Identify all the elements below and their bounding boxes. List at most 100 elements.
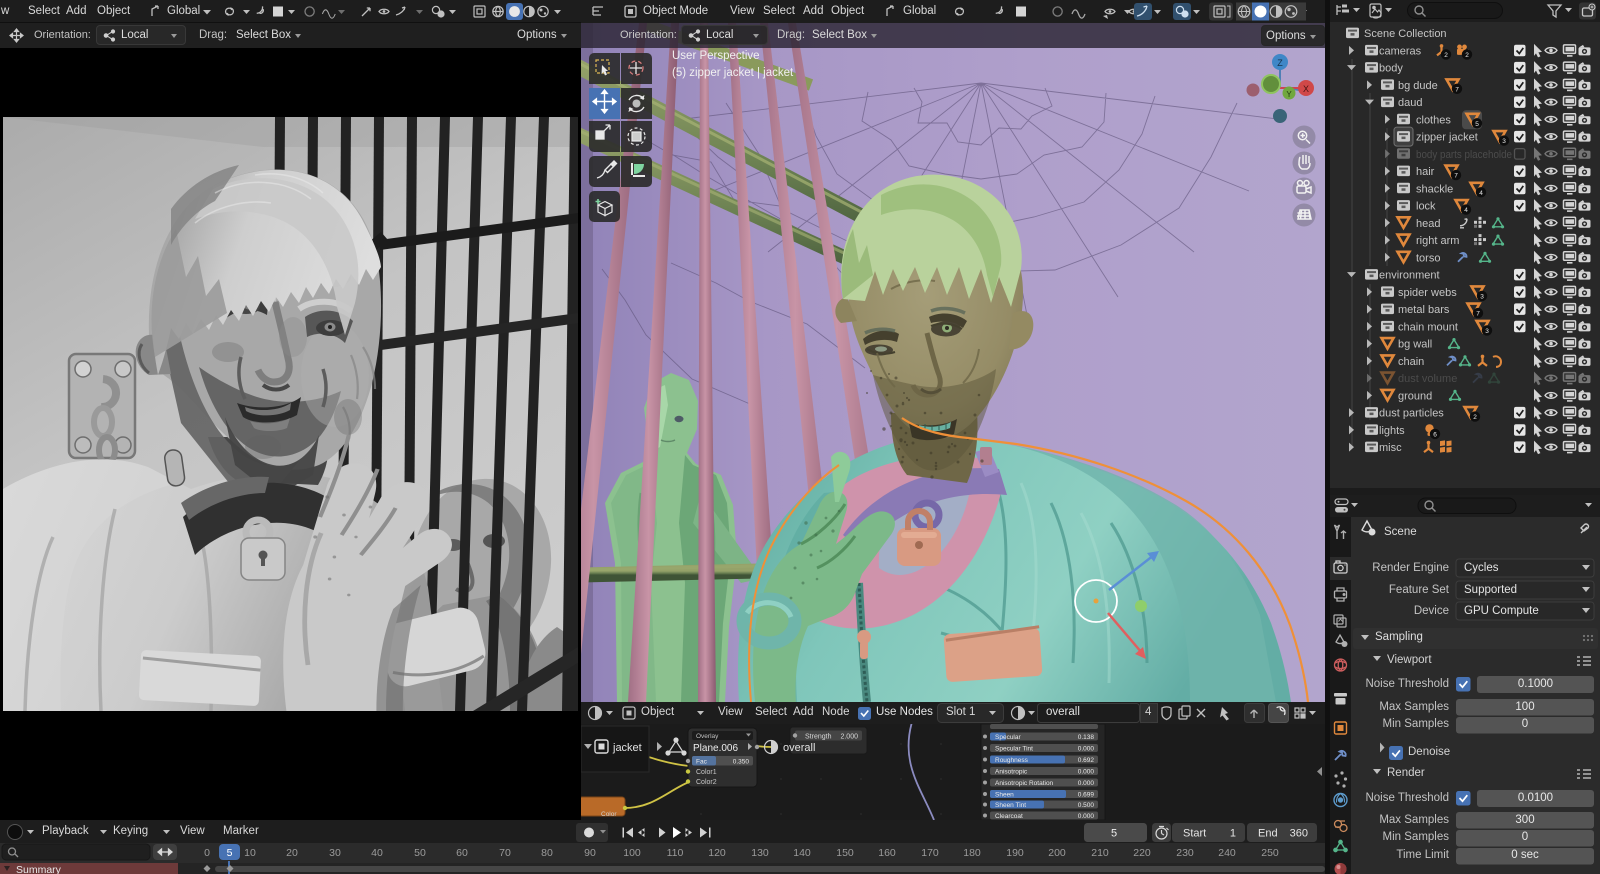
svg-text:Y: Y [1286,90,1292,99]
svg-text:ground: ground [1398,390,1432,402]
svg-text:head: head [1416,218,1440,230]
svg-text:150: 150 [836,847,854,859]
svg-text:jacket: jacket [612,742,642,754]
svg-text:2: 2 [1473,414,1477,421]
svg-text:5: 5 [1111,828,1117,840]
svg-text:7: 7 [1454,173,1458,180]
svg-text:Start: Start [1183,828,1206,840]
svg-text:0.500: 0.500 [1078,802,1095,809]
svg-text:40: 40 [371,847,383,859]
svg-text:Color1: Color1 [696,769,717,776]
svg-text:2.000: 2.000 [840,734,858,741]
svg-text:250: 250 [1261,847,1279,859]
svg-text:30: 30 [329,847,341,859]
svg-text:clothes: clothes [1416,114,1451,126]
svg-text:Overlay: Overlay [696,733,719,740]
svg-text:3: 3 [1502,138,1506,145]
svg-text:0.692: 0.692 [1078,757,1095,764]
svg-text:170: 170 [921,847,939,859]
svg-text:220: 220 [1133,847,1151,859]
svg-text:hair: hair [1416,166,1435,178]
svg-text:70: 70 [499,847,511,859]
svg-text:200: 200 [1048,847,1066,859]
svg-text:lock: lock [1416,201,1436,213]
svg-text:180: 180 [963,847,981,859]
svg-text:130: 130 [751,847,769,859]
svg-text:environment: environment [1379,270,1440,282]
svg-text:0.000: 0.000 [1078,746,1095,753]
svg-text:Sheen: Sheen [995,792,1014,799]
svg-text:Specular: Specular [995,734,1021,741]
svg-text:0.699: 0.699 [1078,792,1095,799]
svg-text:Specular Tint: Specular Tint [995,746,1033,753]
svg-text:0.350: 0.350 [733,759,750,766]
svg-text:80: 80 [541,847,553,859]
svg-text:110: 110 [667,847,684,859]
svg-text:1: 1 [1230,828,1236,840]
svg-text:360: 360 [1290,828,1308,840]
svg-text:20: 20 [286,847,298,859]
svg-text:zipper jacket: zipper jacket [1416,132,1478,144]
svg-text:Anisotropic Rotation: Anisotropic Rotation [995,780,1054,787]
svg-text:spider webs: spider webs [1398,287,1457,299]
svg-text:2: 2 [1444,52,1448,59]
svg-text:cameras: cameras [1379,45,1422,57]
svg-text:3: 3 [1480,293,1484,300]
svg-text:shackle: shackle [1416,183,1453,195]
svg-text:metal bars: metal bars [1398,304,1450,316]
svg-text:Roughness: Roughness [995,757,1029,764]
svg-text:dust particles: dust particles [1379,408,1444,420]
svg-text:60: 60 [456,847,468,859]
svg-text:Summary: Summary [16,864,62,874]
svg-text:90: 90 [584,847,596,859]
svg-text:50: 50 [414,847,426,859]
svg-text:chain: chain [1398,356,1424,368]
svg-text:5: 5 [1475,121,1479,128]
svg-text:End: End [1258,828,1278,840]
svg-text:120: 120 [708,847,726,859]
svg-text:lights: lights [1379,425,1405,437]
svg-text:bg dude: bg dude [1398,80,1438,92]
svg-text:240: 240 [1218,847,1236,859]
svg-text:chain mount: chain mount [1398,321,1458,333]
svg-text:7: 7 [1455,86,1459,93]
svg-text:Fac: Fac [696,759,708,766]
svg-text:overall: overall [783,742,815,754]
svg-text:160: 160 [878,847,896,859]
svg-text:Clearcoat: Clearcoat [995,813,1023,820]
svg-text:(5) zipper jacket | jacket: (5) zipper jacket | jacket [672,67,794,79]
svg-text:X: X [1303,84,1309,94]
svg-text:User Perspective: User Perspective [672,50,760,62]
svg-text:body: body [1379,63,1403,75]
svg-text:right arm: right arm [1416,235,1459,247]
svg-text:Color2: Color2 [696,779,717,786]
svg-text:bg wall: bg wall [1398,339,1432,351]
svg-text:misc: misc [1379,442,1402,454]
svg-text:Color: Color [601,811,617,818]
svg-text:Z: Z [1277,58,1283,68]
svg-text:210: 210 [1091,847,1109,859]
svg-text:10: 10 [244,847,256,859]
svg-text:3: 3 [1485,328,1489,335]
svg-text:Sheen Tint: Sheen Tint [995,802,1026,809]
svg-text:5: 5 [227,847,233,859]
svg-text:torso: torso [1416,252,1440,264]
svg-text:body parts placeholde: body parts placeholde [1416,149,1512,161]
svg-text:4: 4 [1464,207,1468,214]
svg-text:0.000: 0.000 [1078,813,1095,820]
svg-text:Plane.006: Plane.006 [693,743,738,754]
svg-text:Scene Collection: Scene Collection [1364,28,1447,40]
svg-text:daud: daud [1398,97,1422,109]
svg-text:230: 230 [1176,847,1194,859]
svg-text:0.000: 0.000 [1078,769,1095,776]
svg-text:100: 100 [623,847,641,859]
svg-text:Strength: Strength [805,734,832,741]
svg-text:4: 4 [1479,190,1483,197]
svg-text:0: 0 [204,847,210,859]
svg-text:Anisotropic: Anisotropic [995,769,1028,776]
svg-text:140: 140 [793,847,811,859]
svg-text:dust volume: dust volume [1398,373,1457,385]
svg-text:190: 190 [1006,847,1024,859]
svg-text:7: 7 [1476,311,1480,318]
svg-text:0.138: 0.138 [1078,734,1095,741]
